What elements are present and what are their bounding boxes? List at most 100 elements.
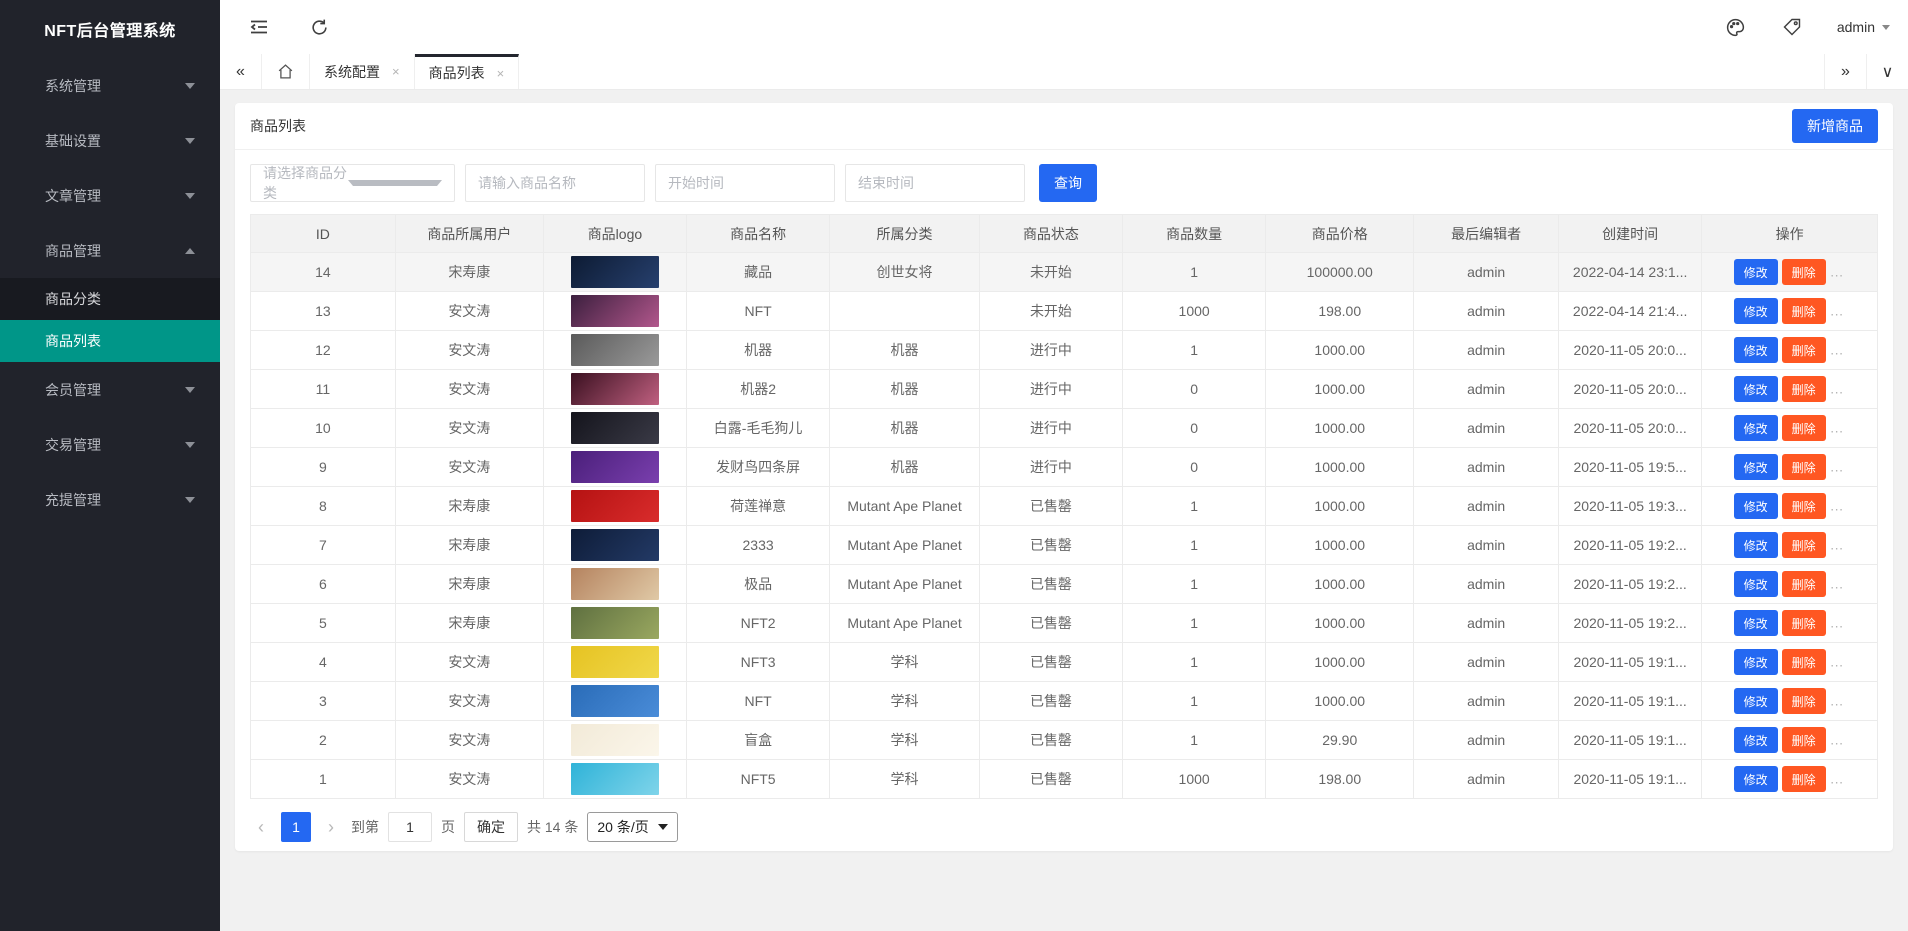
cell-actions: 修改删除… <box>1702 526 1878 565</box>
more-actions[interactable]: … <box>1830 732 1846 748</box>
sidebar-item-1[interactable]: 基础设置 <box>0 113 220 168</box>
delete-button[interactable]: 删除 <box>1782 766 1826 792</box>
more-actions[interactable]: … <box>1830 537 1846 553</box>
more-actions[interactable]: … <box>1830 381 1846 397</box>
cell-editor: admin <box>1414 565 1559 604</box>
edit-button[interactable]: 修改 <box>1734 688 1778 714</box>
current-page-button[interactable]: 1 <box>281 812 311 842</box>
column-header: 操作 <box>1702 215 1878 253</box>
close-icon[interactable]: × <box>392 64 400 79</box>
more-actions[interactable]: … <box>1830 459 1846 475</box>
edit-button[interactable]: 修改 <box>1734 727 1778 753</box>
more-actions[interactable]: … <box>1830 576 1846 592</box>
end-time-input[interactable] <box>845 164 1025 202</box>
search-button[interactable]: 查询 <box>1039 164 1097 202</box>
edit-button[interactable]: 修改 <box>1734 493 1778 519</box>
cell-editor: admin <box>1414 409 1559 448</box>
tabs-scroll-left-icon[interactable]: « <box>220 54 262 89</box>
delete-button[interactable]: 删除 <box>1782 376 1826 402</box>
sidebar-item-5[interactable]: 交易管理 <box>0 417 220 472</box>
delete-button[interactable]: 删除 <box>1782 493 1826 519</box>
delete-button[interactable]: 删除 <box>1782 532 1826 558</box>
next-page-icon[interactable]: › <box>320 817 342 838</box>
sidebar-item-6[interactable]: 充提管理 <box>0 472 220 527</box>
cell-actions: 修改删除… <box>1702 253 1878 292</box>
delete-button[interactable]: 删除 <box>1782 610 1826 636</box>
edit-button[interactable]: 修改 <box>1734 376 1778 402</box>
user-menu[interactable]: admin <box>1837 19 1890 35</box>
edit-button[interactable]: 修改 <box>1734 532 1778 558</box>
tab-1[interactable]: 商品列表× <box>415 54 520 89</box>
edit-button[interactable]: 修改 <box>1734 298 1778 324</box>
chevron-down-icon <box>185 387 195 393</box>
add-product-button[interactable]: 新增商品 <box>1792 109 1878 143</box>
cell-status: 进行中 <box>979 409 1122 448</box>
more-actions[interactable]: … <box>1830 420 1846 436</box>
edit-button[interactable]: 修改 <box>1734 454 1778 480</box>
more-actions[interactable]: … <box>1830 303 1846 319</box>
cell-editor: admin <box>1414 643 1559 682</box>
sidebar-item-3[interactable]: 商品管理 <box>0 223 220 278</box>
more-actions[interactable]: … <box>1830 654 1846 670</box>
start-time-input[interactable] <box>655 164 835 202</box>
edit-button[interactable]: 修改 <box>1734 415 1778 441</box>
sidebar-item-2[interactable]: 文章管理 <box>0 168 220 223</box>
cell-created: 2020-11-05 19:2... <box>1559 604 1702 643</box>
theme-palette-icon[interactable] <box>1725 16 1747 38</box>
tabs-menu-icon[interactable]: ∨ <box>1866 54 1908 89</box>
edit-button[interactable]: 修改 <box>1734 337 1778 363</box>
cell-logo <box>543 604 686 643</box>
cell-id: 1 <box>251 760 396 799</box>
tabs-scroll-right-icon[interactable]: » <box>1824 54 1866 89</box>
edit-button[interactable]: 修改 <box>1734 571 1778 597</box>
delete-button[interactable]: 删除 <box>1782 727 1826 753</box>
cell-editor: admin <box>1414 526 1559 565</box>
table-row: 4安文涛NFT3学科已售罄11000.00admin2020-11-05 19:… <box>251 643 1878 682</box>
delete-button[interactable]: 删除 <box>1782 649 1826 675</box>
goto-confirm-button[interactable]: 确定 <box>464 812 518 842</box>
sidebar-subitem-0[interactable]: 商品分类 <box>0 278 220 320</box>
more-actions[interactable]: … <box>1830 342 1846 358</box>
more-actions[interactable]: … <box>1830 264 1846 280</box>
prev-page-icon[interactable]: ‹ <box>250 817 272 838</box>
more-actions[interactable]: … <box>1830 771 1846 787</box>
product-name-input[interactable] <box>465 164 645 202</box>
tab-0[interactable]: 系统配置× <box>310 54 415 89</box>
delete-button[interactable]: 删除 <box>1782 571 1826 597</box>
delete-button[interactable]: 删除 <box>1782 454 1826 480</box>
edit-button[interactable]: 修改 <box>1734 610 1778 636</box>
more-actions[interactable]: … <box>1830 498 1846 514</box>
delete-button[interactable]: 删除 <box>1782 688 1826 714</box>
total-count-label: 共 14 条 <box>527 817 578 837</box>
app-title: NFT后台管理系统 <box>0 0 220 58</box>
home-tab[interactable] <box>262 54 310 89</box>
delete-button[interactable]: 删除 <box>1782 298 1826 324</box>
cell-logo <box>543 448 686 487</box>
edit-button[interactable]: 修改 <box>1734 259 1778 285</box>
cell-actions: 修改删除… <box>1702 487 1878 526</box>
delete-button[interactable]: 删除 <box>1782 337 1826 363</box>
more-actions[interactable]: … <box>1830 615 1846 631</box>
product-logo <box>571 373 659 405</box>
cell-qty: 1 <box>1123 682 1266 721</box>
tag-icon[interactable] <box>1781 16 1803 38</box>
edit-button[interactable]: 修改 <box>1734 649 1778 675</box>
collapse-sidebar-icon[interactable] <box>248 16 270 38</box>
delete-button[interactable]: 删除 <box>1782 259 1826 285</box>
cell-price: 198.00 <box>1266 760 1414 799</box>
edit-button[interactable]: 修改 <box>1734 766 1778 792</box>
delete-button[interactable]: 删除 <box>1782 415 1826 441</box>
more-actions[interactable]: … <box>1830 693 1846 709</box>
column-header: 商品名称 <box>687 215 830 253</box>
sidebar-item-4[interactable]: 会员管理 <box>0 362 220 417</box>
goto-page-input[interactable] <box>388 812 432 842</box>
page-size-select[interactable]: 20 条/页 <box>587 812 677 842</box>
close-icon[interactable]: × <box>497 66 505 81</box>
category-select[interactable]: 请选择商品分类 <box>250 164 455 202</box>
table-row: 12安文涛机器机器进行中11000.00admin2020-11-05 20:0… <box>251 331 1878 370</box>
sidebar-subitem-1[interactable]: 商品列表 <box>0 320 220 362</box>
refresh-icon[interactable] <box>308 16 330 38</box>
cell-status: 已售罄 <box>979 682 1122 721</box>
sidebar-item-0[interactable]: 系统管理 <box>0 58 220 113</box>
cell-actions: 修改删除… <box>1702 604 1878 643</box>
